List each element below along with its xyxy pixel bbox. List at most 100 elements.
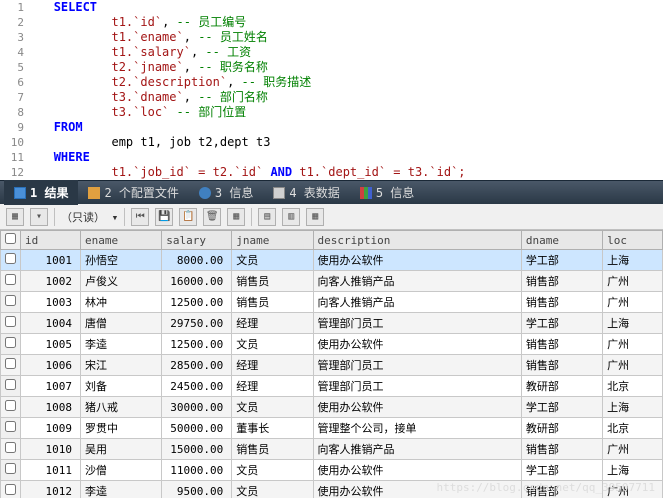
col-salary[interactable]: salary <box>162 231 232 250</box>
cell-dname[interactable]: 销售部 <box>521 481 602 499</box>
cell-loc[interactable]: 上海 <box>603 313 663 334</box>
cell-loc[interactable]: 广州 <box>603 439 663 460</box>
cell-dname[interactable]: 销售部 <box>521 439 602 460</box>
cell-jname[interactable]: 文员 <box>232 397 313 418</box>
cell-loc[interactable]: 广州 <box>603 271 663 292</box>
cell-description[interactable]: 使用办公软件 <box>313 250 521 271</box>
cell-loc[interactable]: 广州 <box>603 334 663 355</box>
cell-salary[interactable]: 30000.00 <box>162 397 232 418</box>
cell-description[interactable]: 使用办公软件 <box>313 460 521 481</box>
cell-description[interactable]: 管理部门员工 <box>313 355 521 376</box>
row-checkbox[interactable] <box>1 460 21 481</box>
row-checkbox[interactable] <box>1 418 21 439</box>
cell-salary[interactable]: 9500.00 <box>162 481 232 499</box>
cell-loc[interactable]: 上海 <box>603 397 663 418</box>
cell-jname[interactable]: 经理 <box>232 376 313 397</box>
row-checkbox[interactable] <box>1 271 21 292</box>
cell-dname[interactable]: 学工部 <box>521 397 602 418</box>
tab-result[interactable]: 1 结果 <box>4 180 78 205</box>
row-checkbox[interactable] <box>1 355 21 376</box>
cell-salary[interactable]: 12500.00 <box>162 292 232 313</box>
table-row[interactable]: 1003林冲12500.00销售员向客人推销产品销售部广州 <box>1 292 663 313</box>
cell-salary[interactable]: 11000.00 <box>162 460 232 481</box>
sql-editor[interactable]: 1 SELECT 2 t1.`id`, -- 员工编号 3 t1.`ename`… <box>0 0 663 180</box>
cell-salary[interactable]: 50000.00 <box>162 418 232 439</box>
table-row[interactable]: 1011沙僧11000.00文员使用办公软件学工部上海 <box>1 460 663 481</box>
cell-jname[interactable]: 销售员 <box>232 292 313 313</box>
cell-salary[interactable]: 16000.00 <box>162 271 232 292</box>
cell-salary[interactable]: 29750.00 <box>162 313 232 334</box>
cell-loc[interactable]: 广州 <box>603 481 663 499</box>
cell-description[interactable]: 使用办公软件 <box>313 334 521 355</box>
cell-salary[interactable]: 24500.00 <box>162 376 232 397</box>
cell-id[interactable]: 1006 <box>21 355 81 376</box>
view3-button[interactable]: ▦ <box>306 208 324 226</box>
cell-loc[interactable]: 广州 <box>603 292 663 313</box>
export-button[interactable]: ▦ <box>6 208 24 226</box>
col-id[interactable]: id <box>21 231 81 250</box>
readonly-dropdown[interactable]: （只读） ▾ <box>61 209 118 225</box>
cell-dname[interactable]: 教研部 <box>521 418 602 439</box>
cell-ename[interactable]: 宋江 <box>81 355 162 376</box>
cell-loc[interactable]: 上海 <box>603 460 663 481</box>
cell-id[interactable]: 1004 <box>21 313 81 334</box>
cell-ename[interactable]: 李逵 <box>81 334 162 355</box>
cell-dname[interactable]: 学工部 <box>521 313 602 334</box>
cell-jname[interactable]: 经理 <box>232 313 313 334</box>
cell-id[interactable]: 1005 <box>21 334 81 355</box>
delete-button[interactable]: 🗑 <box>203 208 221 226</box>
copy-button[interactable]: 📋 <box>179 208 197 226</box>
cell-salary[interactable]: 12500.00 <box>162 334 232 355</box>
col-description[interactable]: description <box>313 231 521 250</box>
table-row[interactable]: 1002卢俊义16000.00销售员向客人推销产品销售部广州 <box>1 271 663 292</box>
cell-ename[interactable]: 李逵 <box>81 481 162 499</box>
cell-salary[interactable]: 15000.00 <box>162 439 232 460</box>
row-checkbox[interactable] <box>1 397 21 418</box>
row-checkbox[interactable] <box>1 376 21 397</box>
cell-loc[interactable]: 北京 <box>603 376 663 397</box>
cell-id[interactable]: 1011 <box>21 460 81 481</box>
tab-info2[interactable]: 5 信息 <box>350 180 424 205</box>
cell-ename[interactable]: 罗贯中 <box>81 418 162 439</box>
checkbox-header[interactable] <box>1 231 21 250</box>
cell-jname[interactable]: 文员 <box>232 460 313 481</box>
view1-button[interactable]: ▤ <box>258 208 276 226</box>
cell-id[interactable]: 1008 <box>21 397 81 418</box>
table-row[interactable]: 1012李逵9500.00文员使用办公软件销售部广州 <box>1 481 663 499</box>
cell-dname[interactable]: 销售部 <box>521 271 602 292</box>
cell-jname[interactable]: 文员 <box>232 481 313 499</box>
refresh-button[interactable]: ▾ <box>30 208 48 226</box>
col-jname[interactable]: jname <box>232 231 313 250</box>
cell-jname[interactable]: 经理 <box>232 355 313 376</box>
cell-description[interactable]: 使用办公软件 <box>313 397 521 418</box>
cell-description[interactable]: 向客人推销产品 <box>313 439 521 460</box>
cell-id[interactable]: 1001 <box>21 250 81 271</box>
cell-loc[interactable]: 广州 <box>603 355 663 376</box>
results-grid[interactable]: id ename salary jname description dname … <box>0 230 663 498</box>
cell-jname[interactable]: 文员 <box>232 334 313 355</box>
cell-salary[interactable]: 8000.00 <box>162 250 232 271</box>
col-ename[interactable]: ename <box>81 231 162 250</box>
cell-dname[interactable]: 学工部 <box>521 250 602 271</box>
col-dname[interactable]: dname <box>521 231 602 250</box>
cell-description[interactable]: 管理部门员工 <box>313 313 521 334</box>
tab-info[interactable]: 3 信息 <box>189 180 263 205</box>
cell-id[interactable]: 1002 <box>21 271 81 292</box>
row-checkbox[interactable] <box>1 292 21 313</box>
cell-description[interactable]: 管理部门员工 <box>313 376 521 397</box>
cell-id[interactable]: 1003 <box>21 292 81 313</box>
cell-id[interactable]: 1007 <box>21 376 81 397</box>
cell-dname[interactable]: 销售部 <box>521 292 602 313</box>
row-checkbox[interactable] <box>1 250 21 271</box>
tab-profiles[interactable]: 2 个配置文件 <box>78 180 188 205</box>
col-loc[interactable]: loc <box>603 231 663 250</box>
grid-button[interactable]: ▦ <box>227 208 245 226</box>
cell-dname[interactable]: 销售部 <box>521 355 602 376</box>
table-row[interactable]: 1001孙悟空8000.00文员使用办公软件学工部上海 <box>1 250 663 271</box>
cell-description[interactable]: 使用办公软件 <box>313 481 521 499</box>
cell-id[interactable]: 1010 <box>21 439 81 460</box>
row-checkbox[interactable] <box>1 439 21 460</box>
cell-description[interactable]: 管理整个公司，接单 <box>313 418 521 439</box>
table-row[interactable]: 1008猪八戒30000.00文员使用办公软件学工部上海 <box>1 397 663 418</box>
cell-dname[interactable]: 教研部 <box>521 376 602 397</box>
